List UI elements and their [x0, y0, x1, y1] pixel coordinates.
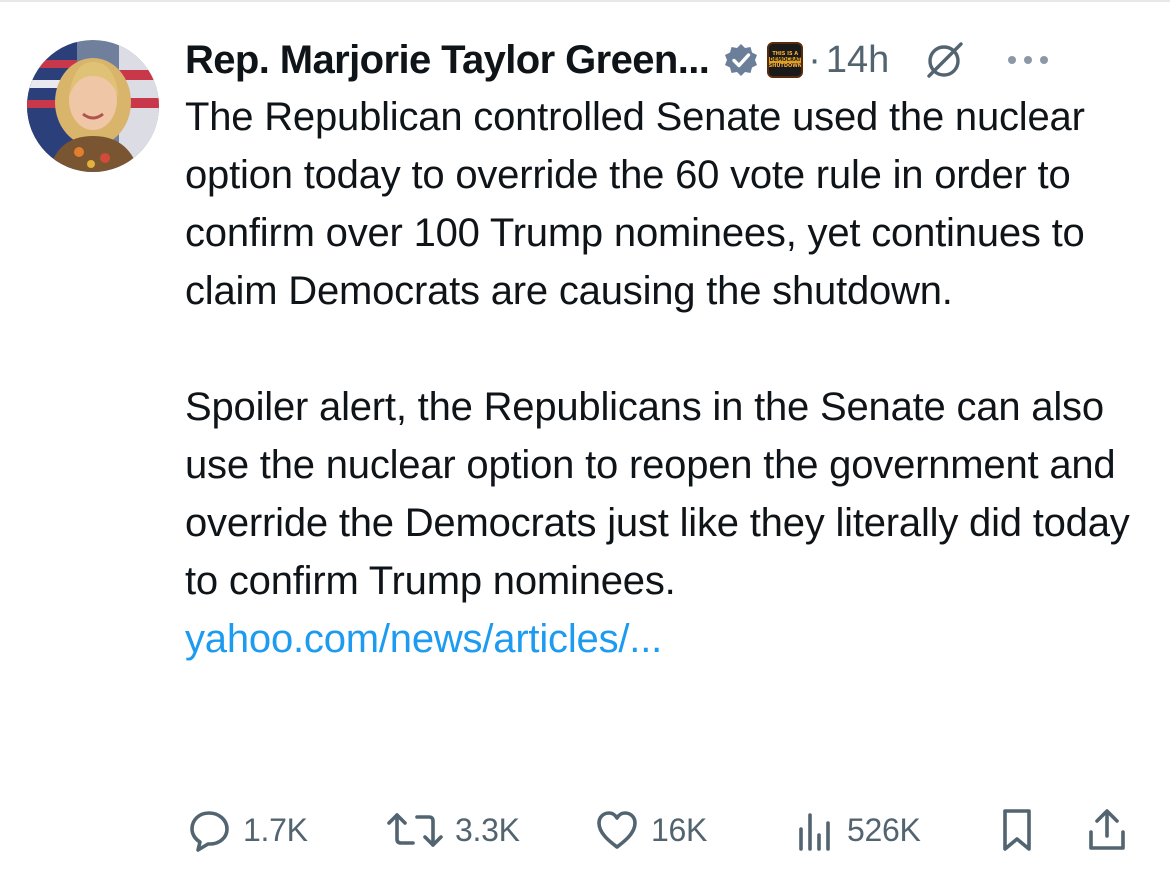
repost-count: 3.3K: [455, 811, 520, 848]
share-icon: [1089, 809, 1125, 850]
like-button[interactable]: 16K: [593, 800, 707, 860]
views-button[interactable]: 526K: [793, 800, 921, 860]
view-count: 526K: [847, 811, 921, 848]
timestamp[interactable]: 14h: [826, 39, 889, 82]
article-link[interactable]: yahoo.com/news/articles/...: [185, 617, 662, 661]
top-divider: [0, 0, 1170, 2]
repost-button[interactable]: 3.3K: [385, 800, 520, 860]
avatar[interactable]: [27, 40, 159, 172]
tweet-paragraph-1: The Republican controlled Senate used th…: [185, 95, 1085, 313]
action-bar: 1.7K 3.3K 16K 526K: [185, 800, 1145, 860]
bookmark-button[interactable]: [997, 800, 1037, 860]
grok-icon[interactable]: [923, 38, 967, 82]
tweet-text: The Republican controlled Senate used th…: [185, 88, 1155, 668]
more-options-icon[interactable]: [1005, 50, 1051, 70]
heart-icon: [597, 811, 637, 849]
separator-dot: ·: [808, 38, 821, 81]
share-button[interactable]: [1085, 800, 1129, 860]
reply-button[interactable]: 1.7K: [187, 800, 308, 860]
tweet-paragraph-2: Spoiler alert, the Republicans in the Se…: [185, 385, 1130, 603]
repost-icon: [387, 813, 443, 847]
display-name[interactable]: Rep. Marjorie Taylor Green...: [185, 38, 710, 83]
verified-badge-icon[interactable]: [723, 42, 759, 78]
like-count: 16K: [651, 811, 708, 848]
reply-icon: [190, 811, 229, 852]
tweet-header: Rep. Marjorie Taylor Green... THIS IS A …: [185, 32, 1145, 88]
affiliate-badge-line-3: SHUTDOWN: [768, 63, 802, 69]
affiliate-badge-icon[interactable]: THIS IS A DEMOCRAT SHUTDOWN: [767, 42, 804, 78]
bookmark-icon: [1003, 809, 1031, 851]
reply-count: 1.7K: [243, 811, 308, 848]
analytics-icon: [799, 813, 830, 851]
